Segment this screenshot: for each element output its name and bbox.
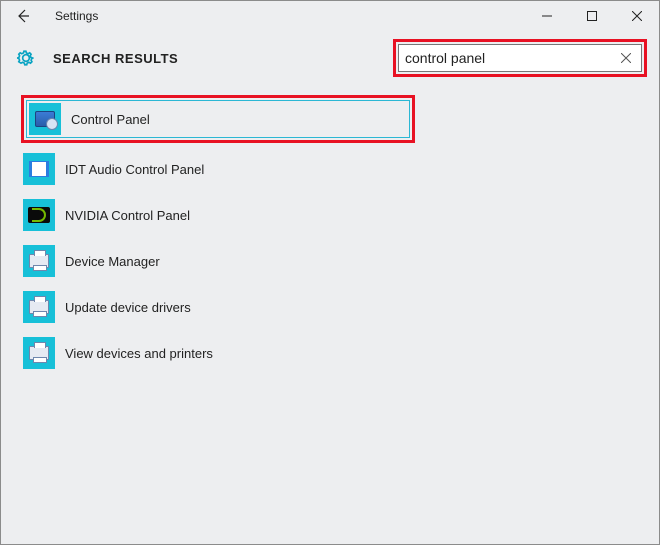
- minimize-button[interactable]: [524, 1, 569, 31]
- control-panel-icon: [29, 103, 61, 135]
- audio-icon: [23, 153, 55, 185]
- close-button[interactable]: [614, 1, 659, 31]
- titlebar: Settings: [1, 1, 659, 31]
- result-label: IDT Audio Control Panel: [65, 162, 204, 177]
- search-input[interactable]: [405, 50, 617, 66]
- close-icon: [632, 11, 642, 21]
- header-row: SEARCH RESULTS: [1, 31, 659, 91]
- search-box[interactable]: [398, 44, 642, 72]
- page-heading: SEARCH RESULTS: [53, 51, 178, 66]
- gear-icon: [15, 47, 37, 69]
- result-label: Update device drivers: [65, 300, 191, 315]
- x-icon: [621, 53, 631, 63]
- result-item-devices-printers[interactable]: View devices and printers: [21, 333, 639, 373]
- printer-icon: [23, 337, 55, 369]
- minimize-icon: [542, 11, 552, 21]
- result-item-update-drivers[interactable]: Update device drivers: [21, 287, 639, 327]
- settings-window: Settings SEARCH RESULTS: [0, 0, 660, 545]
- result-label: Control Panel: [71, 112, 150, 127]
- result-item-nvidia[interactable]: NVIDIA Control Panel: [21, 195, 639, 235]
- maximize-icon: [587, 11, 597, 21]
- window-controls: [524, 1, 659, 31]
- result-highlight-annotation: Control Panel: [21, 95, 415, 143]
- back-button[interactable]: [9, 2, 37, 30]
- window-title: Settings: [55, 9, 98, 23]
- result-label: View devices and printers: [65, 346, 213, 361]
- printer-icon: [23, 245, 55, 277]
- search-highlight-annotation: [393, 39, 647, 77]
- result-item-control-panel[interactable]: Control Panel: [26, 100, 410, 138]
- nvidia-icon: [23, 199, 55, 231]
- result-label: Device Manager: [65, 254, 160, 269]
- clear-search-button[interactable]: [617, 49, 635, 67]
- printer-icon: [23, 291, 55, 323]
- result-item-device-manager[interactable]: Device Manager: [21, 241, 639, 281]
- result-label: NVIDIA Control Panel: [65, 208, 190, 223]
- results-list: Control Panel IDT Audio Control Panel NV…: [1, 91, 659, 383]
- maximize-button[interactable]: [569, 1, 614, 31]
- back-arrow-icon: [15, 8, 31, 24]
- result-item-idt-audio[interactable]: IDT Audio Control Panel: [21, 149, 639, 189]
